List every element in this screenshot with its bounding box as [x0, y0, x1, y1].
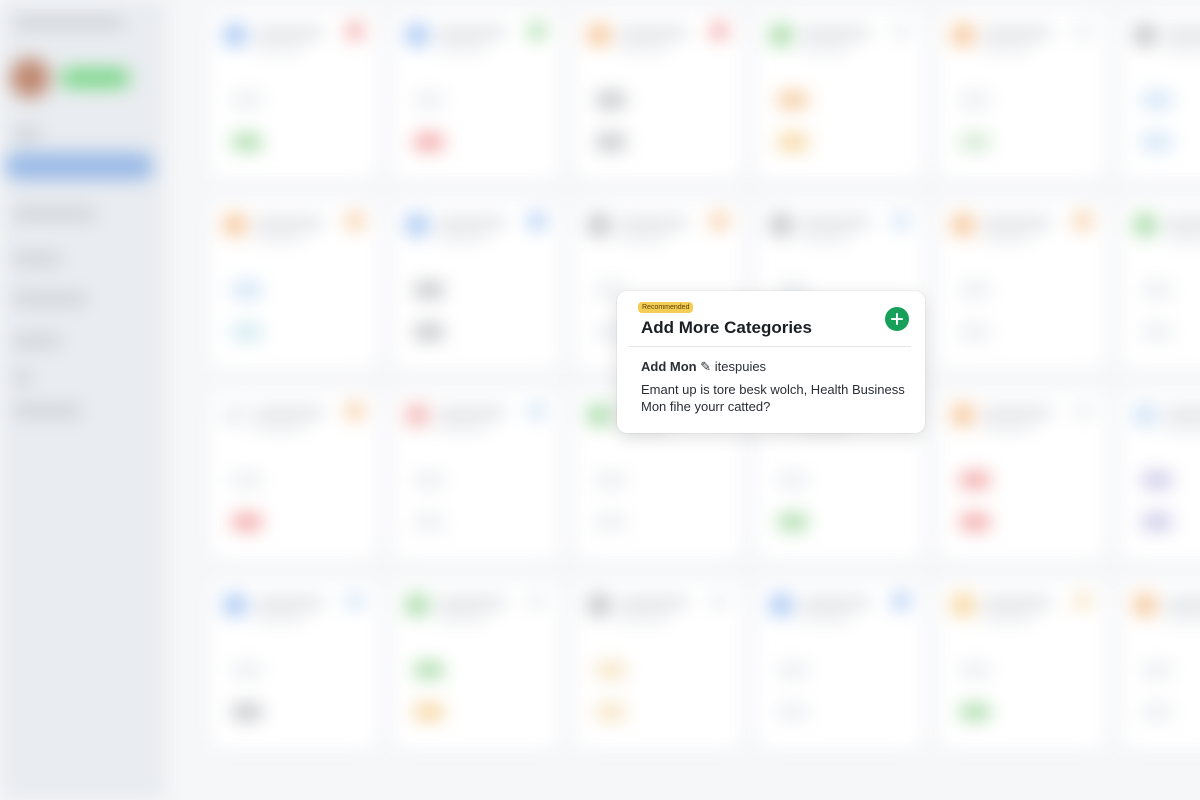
- add-categories-dialog: Recommended Add More Categories Add Mon …: [617, 291, 925, 433]
- blurred-background: [0, 0, 1200, 800]
- avatar[interactable]: [10, 58, 50, 98]
- category-card[interactable]: [210, 580, 378, 750]
- dialog-body: Emant up is tore besk wolch, Health Busi…: [641, 382, 905, 414]
- divider: [629, 346, 911, 347]
- app-window: Recommended Add More Categories Add Mon …: [0, 0, 1200, 800]
- category-card[interactable]: [392, 200, 560, 370]
- plus-icon[interactable]: [885, 307, 909, 331]
- category-card[interactable]: [392, 580, 560, 750]
- category-card[interactable]: [1120, 10, 1200, 180]
- sidebar-item[interactable]: [12, 253, 62, 265]
- category-card[interactable]: [392, 10, 560, 180]
- category-card[interactable]: [938, 200, 1106, 370]
- sidebar: [0, 0, 165, 800]
- subtitle-rest: itespuies: [714, 359, 767, 374]
- category-card[interactable]: [392, 390, 560, 560]
- category-card[interactable]: [938, 390, 1106, 560]
- subtitle-bold: Add Mon: [641, 359, 697, 374]
- category-card[interactable]: [1120, 580, 1200, 750]
- dialog-subtitle: Add Mon ✎ itespuies: [641, 359, 766, 375]
- edit-icon: ✎: [700, 359, 712, 374]
- sidebar-header: [14, 18, 124, 28]
- sidebar-item[interactable]: [12, 372, 32, 384]
- category-card[interactable]: [210, 200, 378, 370]
- sidebar-item[interactable]: [12, 293, 87, 305]
- sidebar-item[interactable]: [12, 335, 62, 347]
- sidebar-item[interactable]: [12, 405, 82, 417]
- category-card[interactable]: [756, 10, 924, 180]
- category-card[interactable]: [574, 580, 742, 750]
- category-card[interactable]: [1120, 390, 1200, 560]
- dialog-title: Add More Categories: [641, 318, 812, 337]
- recommended-tag: Recommended: [638, 302, 694, 313]
- category-card[interactable]: [756, 580, 924, 750]
- category-card[interactable]: [938, 580, 1106, 750]
- category-card[interactable]: [210, 390, 378, 560]
- sidebar-item-active[interactable]: [4, 152, 154, 180]
- category-card[interactable]: [210, 10, 378, 180]
- category-card[interactable]: [1120, 200, 1200, 370]
- sidebar-item[interactable]: [12, 128, 42, 140]
- category-card[interactable]: [574, 10, 742, 180]
- category-card[interactable]: [938, 10, 1106, 180]
- sidebar-item[interactable]: [12, 208, 97, 220]
- status-badge: [60, 68, 130, 88]
